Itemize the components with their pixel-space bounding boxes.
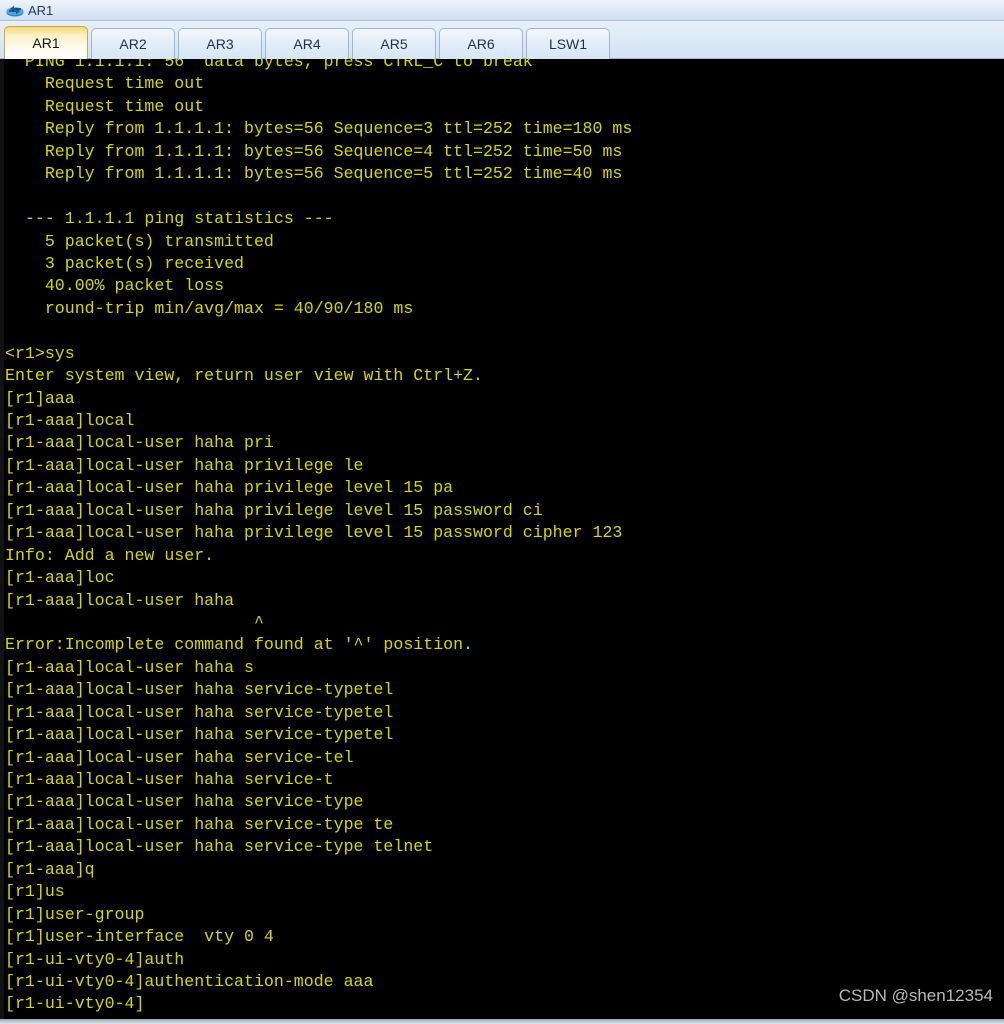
tab-ar2[interactable]: AR2 xyxy=(91,28,175,59)
cli-line: --- 1.1.1.1 ping statistics --- xyxy=(5,209,334,229)
cli-line: Request time out xyxy=(5,96,205,116)
emulator-window: AR1 AR1 AR2 AR3 AR4 AR5 AR6 LSW1 PING 1.… xyxy=(0,0,1004,1024)
cli-line: [r1-aaa]local-user haha service-typetel xyxy=(5,725,394,745)
cli-console[interactable]: PING 1.1.1.1: 56 data bytes, press CTRL_… xyxy=(0,59,1004,1024)
cli-line: [r1-aaa]local xyxy=(5,411,135,430)
cli-line: [r1-ui-vty0-4]auth xyxy=(5,949,185,969)
window-bottom-edge xyxy=(0,1019,1004,1024)
cli-line: [r1]us xyxy=(5,882,65,902)
cli-line: [r1-aaa]local-user haha xyxy=(5,590,235,610)
cli-line: Reply from 1.1.1.1: bytes=56 Sequence=5 … xyxy=(5,164,623,184)
cli-line: Request time out xyxy=(5,74,205,94)
cli-line: Reply from 1.1.1.1: bytes=56 Sequence=3 … xyxy=(5,119,633,139)
cli-line: [r1-aaa]local-user haha service-typetel xyxy=(5,680,394,700)
cli-line: [r1-aaa]local-user haha service-t xyxy=(5,770,334,789)
cli-line: [r1-aaa]local-user haha service-tel xyxy=(5,747,354,767)
tab-ar1[interactable]: AR1 xyxy=(4,26,88,59)
tab-lsw1[interactable]: LSW1 xyxy=(526,28,610,59)
tab-label: LSW1 xyxy=(548,36,588,52)
cli-line: [r1-aaa]loc xyxy=(5,568,115,588)
cli-line: [r1-aaa]local-user haha privilege level … xyxy=(5,478,454,498)
tab-strip-filler xyxy=(613,27,1004,58)
cli-line: [r1-aaa]local-user haha privilege level … xyxy=(5,500,543,520)
cli-line: [r1]aaa xyxy=(5,388,75,408)
cli-line: [r1]user-group xyxy=(5,904,145,924)
watermark-text: CSDN @shen12354 xyxy=(838,986,993,1005)
cli-line: [r1-aaa]q xyxy=(5,859,95,879)
cli-line: [r1-aaa]local-user haha privilege level … xyxy=(5,523,623,543)
cli-line: Info: Add a new user. xyxy=(5,545,215,565)
cli-line xyxy=(5,320,1004,342)
cli-line: Reply from 1.1.1.1: bytes=56 Sequence=4 … xyxy=(5,141,623,161)
window-title: AR1 xyxy=(28,2,54,18)
cli-line: [r1-aaa]local-user haha pri xyxy=(5,433,274,453)
cli-line: Enter system view, return user view with… xyxy=(5,366,483,386)
cli-line: [r1-aaa]local-user haha privilege le xyxy=(5,455,364,475)
tab-ar3[interactable]: AR3 xyxy=(178,28,262,59)
tab-label: AR6 xyxy=(467,36,495,52)
tab-label: AR1 xyxy=(32,35,60,51)
cli-line: [r1-aaa]local-user haha service-type te xyxy=(5,814,394,834)
cli-line: [r1-aaa]local-user haha service-typetel xyxy=(5,702,394,722)
cli-line: 40.00% packet loss xyxy=(5,276,225,296)
tab-label: AR4 xyxy=(293,36,321,52)
cli-line: ^ xyxy=(5,612,264,632)
cli-line: [r1-aaa]local-user haha s xyxy=(5,657,254,677)
cli-line: [r1-aaa]local-user haha service-type xyxy=(5,792,364,812)
cli-line: <r1>sys xyxy=(5,343,75,363)
cli-line: Error:Incomplete command found at '^' po… xyxy=(5,635,474,655)
cli-line: round-trip min/avg/max = 40/90/180 ms xyxy=(5,298,414,318)
router-icon xyxy=(4,0,26,19)
device-tab-strip: AR1 AR2 AR3 AR4 AR5 AR6 LSW1 xyxy=(0,21,1004,59)
cli-line: 5 packet(s) transmitted xyxy=(5,231,274,251)
cli-line: 3 packet(s) received xyxy=(5,253,244,273)
tab-ar6[interactable]: AR6 xyxy=(439,28,523,59)
tab-label: AR3 xyxy=(206,36,234,52)
cli-line: [r1-aaa]local-user haha service-type tel… xyxy=(5,837,434,857)
cli-line: PING 1.1.1.1: 56 data bytes, press CTRL_… xyxy=(5,59,533,71)
tab-ar5[interactable]: AR5 xyxy=(352,28,436,59)
title-bar: AR1 xyxy=(0,0,1004,21)
tab-label: AR5 xyxy=(380,36,408,52)
tab-ar4[interactable]: AR4 xyxy=(265,28,349,59)
cli-output: PING 1.1.1.1: 56 data bytes, press CTRL_… xyxy=(4,59,1004,1016)
tab-label: AR2 xyxy=(119,36,147,52)
cli-line xyxy=(5,186,1004,208)
cli-line: [r1]user-interface vty 0 4 xyxy=(5,927,274,947)
